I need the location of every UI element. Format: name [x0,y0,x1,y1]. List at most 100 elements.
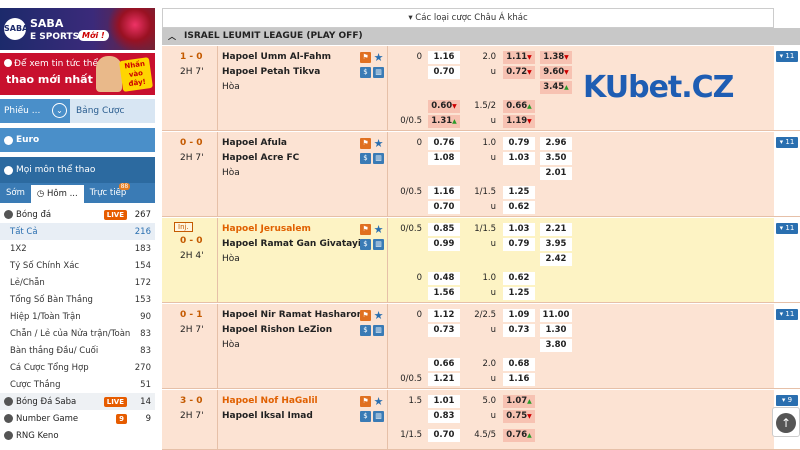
over-odds[interactable]: 1.09 [503,309,535,322]
sport-list-item[interactable]: Number Game 9 9 [0,410,155,427]
home-win-odds[interactable]: 2.21 [540,223,572,236]
sport-list-item[interactable]: Bóng đá LIVE 267 [0,206,155,223]
star-icon[interactable]: ★ [373,224,384,235]
handicap-home-odds[interactable]: 0.85 [428,223,460,236]
stats-icon[interactable]: ⚑ [360,310,371,321]
streaming-icon[interactable]: $ [360,67,371,78]
handicap-away-odds-2[interactable]: 1.21 [428,373,460,386]
streaming-icon[interactable]: $ [360,239,371,250]
under-odds-2[interactable]: 1.19▼ [503,115,535,128]
star-icon[interactable]: ★ [373,138,384,149]
chart-icon[interactable]: ▥ [373,239,384,250]
saba-esports-banner[interactable]: SABA SABA E SPORTS Mới ! [0,8,155,50]
handicap-away-odds[interactable]: 0.73 [428,324,460,337]
tab-live[interactable]: Trực tiếp 88 [84,183,133,203]
under-odds[interactable]: 1.03 [503,152,535,165]
over-odds-2[interactable]: 1.25 [503,186,535,199]
over-odds-2[interactable]: 0.66▲ [503,100,535,113]
handicap-home-odds-2[interactable]: 0.70 [428,429,460,442]
handicap-home-odds[interactable]: 0.76 [428,137,460,150]
away-win-odds[interactable]: 1.30 [540,324,572,337]
sport-list-item[interactable]: Tổng Số Bàn Thắng 153 [0,291,155,308]
stats-icon[interactable]: ⚑ [360,396,371,407]
sport-list-item[interactable]: Cá Cược Tổng Hợp 270 [0,359,155,376]
stats-icon[interactable]: ⚑ [360,138,371,149]
handicap-away-odds[interactable]: 0.83 [428,410,460,423]
handicap-away-odds-2[interactable]: 0.70 [428,201,460,214]
over-odds-2[interactable]: 0.68 [503,358,535,371]
stats-icon[interactable]: ⚑ [360,224,371,235]
home-win-odds[interactable]: 1.38▼ [540,51,572,64]
over-odds[interactable]: 1.07▲ [503,395,535,408]
under-odds[interactable]: 0.79 [503,238,535,251]
star-icon[interactable]: ★ [373,310,384,321]
sport-list-item[interactable]: Cược Thắng 51 [0,376,155,393]
news-banner[interactable]: Để xem tin tức thể thao mới nhất Nhấn và… [0,53,155,95]
under-odds-2[interactable]: 1.16 [503,373,535,386]
sport-list-item[interactable]: Hiệp 1/Toàn Trận 90 [0,308,155,325]
tab-today[interactable]: ◷ Hôm ... [30,183,84,203]
chart-icon[interactable]: ▥ [373,67,384,78]
over-odds-2[interactable]: 0.62 [503,272,535,285]
handicap-home-odds-2[interactable]: 1.16 [428,186,460,199]
sport-list-item[interactable]: Bàn thắng Đầu/ Cuối 83 [0,342,155,359]
handicap-away-odds[interactable]: 0.99 [428,238,460,251]
under-odds[interactable]: 0.72▼ [503,66,535,79]
over-odds[interactable]: 0.79 [503,137,535,150]
away-win-odds[interactable]: 3.50 [540,152,572,165]
sport-list-item[interactable]: Tỷ Số Chính Xác 154 [0,257,155,274]
sport-list-item[interactable]: 1X2 183 [0,240,155,257]
sport-list-item[interactable]: Chẵn / Lẻ của Nửa trận/Toàn 83 [0,325,155,342]
sport-list-item[interactable]: Bóng Đá Saba LIVE 14 [0,393,155,410]
streaming-icon[interactable]: $ [360,153,371,164]
more-markets-button[interactable]: ▾ 11 [776,223,798,234]
tab-early[interactable]: Sớm [0,183,31,203]
under-odds-2[interactable]: 0.62 [503,201,535,214]
away-win-odds[interactable]: 9.60▼ [540,66,572,79]
other-asian-bets-dropdown[interactable]: ▾ Các loại cược Châu Á khác [162,8,774,28]
bet-list-button[interactable]: Bảng Cược [70,99,155,123]
star-icon[interactable]: ★ [373,52,384,63]
handicap-home-odds[interactable]: 1.01 [428,395,460,408]
all-sports-menu-item[interactable]: Mọi môn thể thao [0,157,155,183]
streaming-icon[interactable]: $ [360,411,371,422]
handicap-away-odds-2[interactable]: 1.56 [428,287,460,300]
handicap-home-odds[interactable]: 1.12 [428,309,460,322]
handicap-home-odds-2[interactable]: 0.48 [428,272,460,285]
handicap-away-odds-2[interactable]: 1.31▲ [428,115,460,128]
away-win-odds[interactable]: 3.95 [540,238,572,251]
draw-odds[interactable]: 2.01 [540,167,572,180]
chevron-up-icon[interactable]: ︿ [168,28,176,45]
click-here-badge[interactable]: Nhấn vào đây! [118,57,154,92]
more-markets-button[interactable]: ▾ 11 [776,309,798,320]
scroll-to-top-button[interactable]: ↑ [772,407,800,437]
streaming-icon[interactable]: $ [360,325,371,336]
league-header[interactable]: ︿ ISRAEL LEUMIT LEAGUE (PLAY OFF) [162,28,800,45]
draw-odds[interactable]: 3.45▲ [540,81,572,94]
under-odds[interactable]: 0.75▼ [503,410,535,423]
chart-icon[interactable]: ▥ [373,411,384,422]
chart-icon[interactable]: ▥ [373,153,384,164]
star-icon[interactable]: ★ [373,396,384,407]
chevron-down-icon[interactable]: ⌄ [52,103,67,118]
over-odds-2[interactable]: 0.76▲ [503,429,535,442]
under-odds-2[interactable]: 1.25 [503,287,535,300]
home-win-odds[interactable]: 11.00 [540,309,572,322]
more-markets-button[interactable]: ▾ 11 [776,137,798,148]
over-odds[interactable]: 1.11▼ [503,51,535,64]
handicap-home-odds-2[interactable]: 0.60▼ [428,100,460,113]
chart-icon[interactable]: ▥ [373,325,384,336]
over-odds[interactable]: 1.03 [503,223,535,236]
stats-icon[interactable]: ⚑ [360,52,371,63]
draw-odds[interactable]: 2.42 [540,253,572,266]
under-odds[interactable]: 0.73 [503,324,535,337]
sport-list-item[interactable]: Tất Cả 216 [0,223,155,240]
more-markets-button[interactable]: ▾ 9 [776,395,798,406]
sport-list-item[interactable]: Lẻ/Chẵn 172 [0,274,155,291]
handicap-home-odds[interactable]: 1.16 [428,51,460,64]
handicap-home-odds-2[interactable]: 0.66 [428,358,460,371]
handicap-away-odds[interactable]: 1.08 [428,152,460,165]
handicap-away-odds[interactable]: 0.70 [428,66,460,79]
draw-odds[interactable]: 3.80 [540,339,572,352]
euro-menu-item[interactable]: Euro [0,128,155,152]
